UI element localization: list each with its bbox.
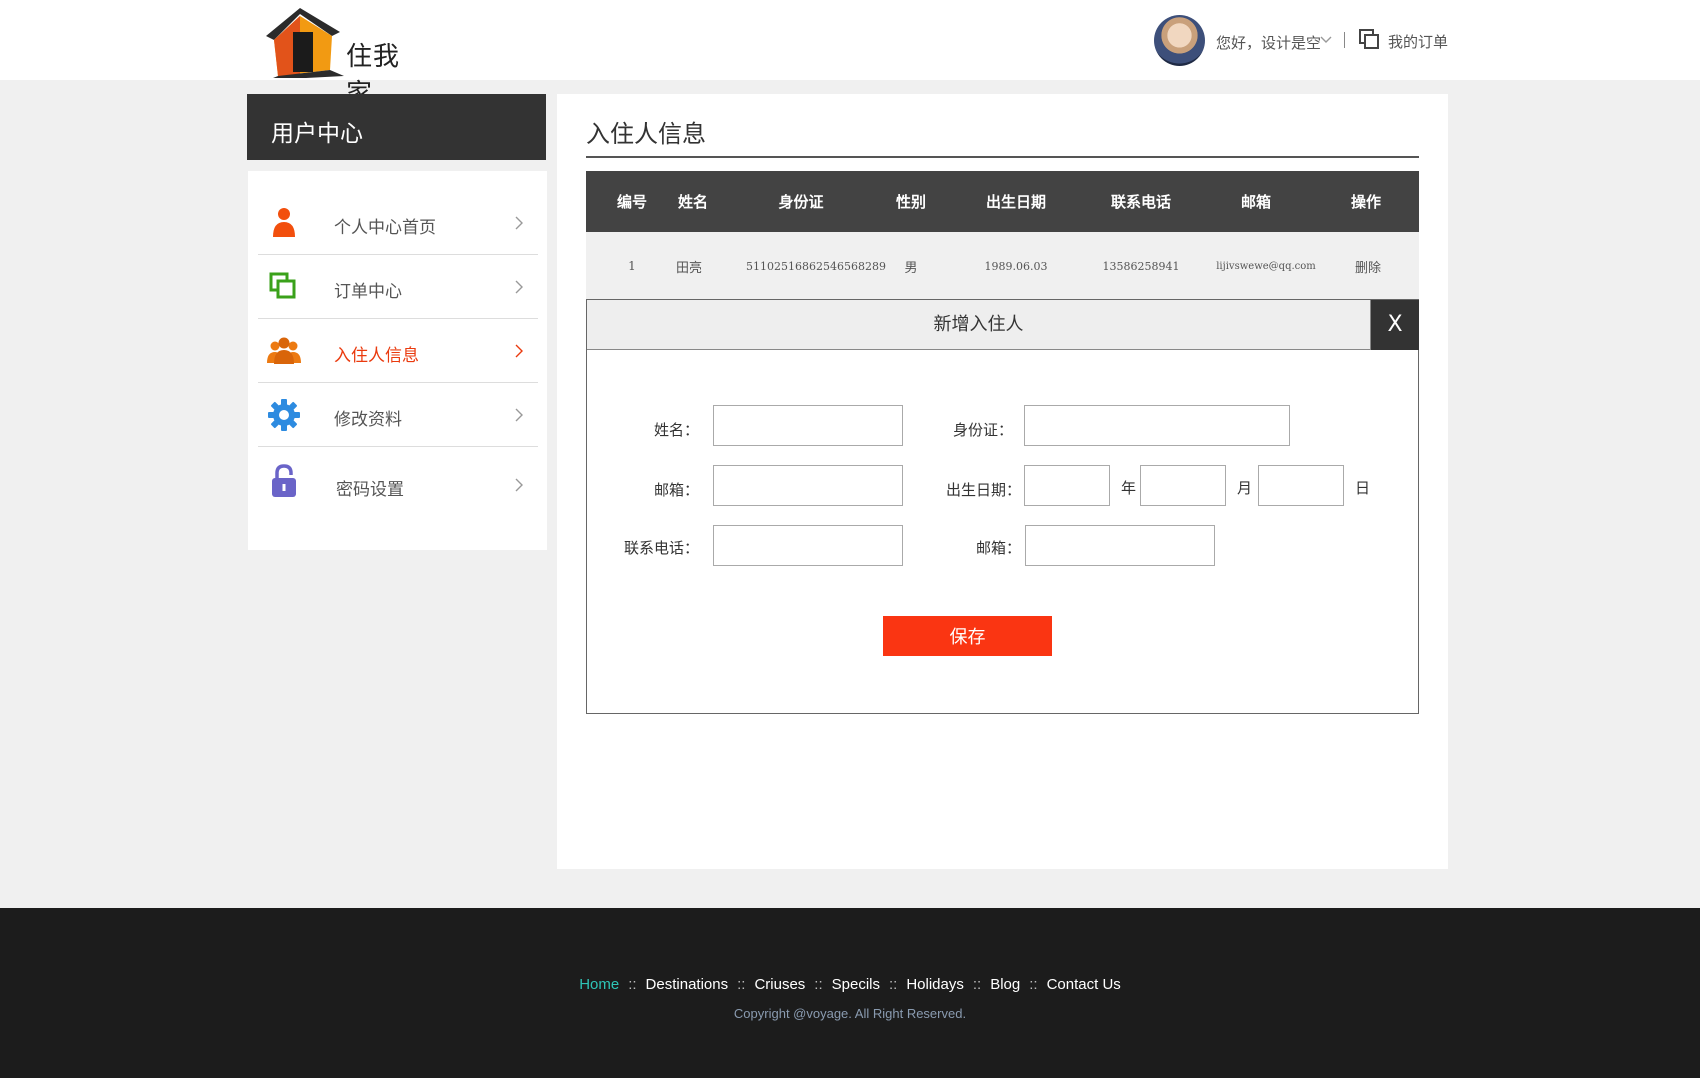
- nav-separator: ::: [628, 976, 637, 993]
- day-label: 日: [1355, 479, 1371, 497]
- my-orders-link[interactable]: 我的订单: [1388, 31, 1448, 52]
- page-title: 入住人信息: [586, 120, 706, 148]
- person-icon: [273, 208, 295, 237]
- month-label: 月: [1237, 479, 1253, 497]
- sidebar-title: 用户中心: [271, 121, 363, 147]
- cell-email: lijivswewe@qq.com: [1216, 260, 1316, 272]
- col-header-id: 编号: [616, 193, 647, 211]
- delete-link[interactable]: 删除: [1328, 232, 1408, 300]
- chevron-down-icon[interactable]: [1318, 32, 1334, 48]
- email2-label: 邮箱：: [975, 539, 1021, 557]
- name-label: 姓名：: [653, 421, 699, 439]
- cell-phone: 13586258941: [1102, 259, 1180, 273]
- site-logo[interactable]: 住我家: [260, 6, 420, 109]
- email2-input[interactable]: [1025, 525, 1215, 566]
- footer-link-contact[interactable]: Contact Us: [1047, 976, 1121, 993]
- sidebar-item-guests[interactable]: 入住人信息: [258, 319, 538, 383]
- footer-nav: Home:: Destinations:: Criuses:: Specils:: Ho…: [0, 976, 1700, 993]
- cell-name: 田亮: [675, 260, 702, 276]
- id-card-input[interactable]: [1024, 405, 1290, 446]
- year-label: 年: [1121, 479, 1137, 497]
- footer-link-blog[interactable]: Blog: [990, 976, 1020, 993]
- col-header-action: 操作: [1350, 193, 1381, 211]
- header-divider: [1344, 32, 1345, 48]
- birth-date-label: 出生日期：: [945, 481, 1021, 499]
- sidebar-item-label: 个人中心首页: [334, 218, 436, 238]
- table-header: 编号 姓名 身份证 性别 出生日期 联系电话 邮箱 操作: [586, 171, 1419, 232]
- sidebar-item-home[interactable]: 个人中心首页: [258, 191, 538, 255]
- phone-label: 联系电话：: [623, 539, 699, 557]
- sidebar-item-label: 订单中心: [334, 282, 402, 302]
- sidebar-item-orders[interactable]: 订单中心: [258, 255, 538, 319]
- chevron-right-icon: [515, 216, 523, 230]
- sidebar-item-label: 入住人信息: [334, 346, 419, 366]
- cell-id: 1: [628, 259, 636, 273]
- house-logo-icon: [266, 8, 344, 78]
- sidebar-item-password[interactable]: 密码设置: [258, 447, 538, 519]
- site-footer: Home:: Destinations:: Criuses:: Specils:: Ho…: [0, 908, 1700, 1078]
- close-button[interactable]: X: [1371, 300, 1419, 350]
- cell-birth: 1989.06.03: [984, 259, 1048, 273]
- footer-link-specials[interactable]: Specils: [832, 976, 880, 993]
- sidebar-item-label: 修改资料: [334, 410, 402, 430]
- nav-separator: ::: [737, 976, 746, 993]
- birth-day-input[interactable]: [1258, 465, 1344, 506]
- cell-id-card: 511025168625465682​89: [746, 259, 886, 273]
- title-divider: [586, 156, 1419, 158]
- sidebar-item-profile[interactable]: 修改资料: [258, 383, 538, 447]
- name-input[interactable]: [713, 405, 903, 446]
- col-header-email: 邮箱: [1240, 193, 1271, 211]
- chevron-right-icon: [515, 408, 523, 422]
- footer-link-destinations[interactable]: Destinations: [646, 976, 729, 993]
- nav-separator: ::: [972, 976, 982, 993]
- top-header: 住我家 您好，设计是空 我的订单: [0, 0, 1700, 109]
- chevron-right-icon: [515, 344, 523, 358]
- birth-year-input[interactable]: [1024, 465, 1110, 506]
- lock-icon: [272, 464, 296, 497]
- avatar[interactable]: [1154, 15, 1205, 66]
- sidebar-menu: 个人中心首页 订单中心 入住人信息 修改资料 密码设置: [248, 171, 547, 550]
- chevron-right-icon: [515, 478, 523, 492]
- cell-gender: 男: [904, 260, 918, 276]
- user-greeting[interactable]: 您好，设计是空: [1216, 32, 1321, 53]
- table-row: 1 田亮 511025168625465682​89 男 1989.06.03 …: [586, 232, 1419, 300]
- col-header-id-card: 身份证: [778, 193, 824, 211]
- id-card-label: 身份证：: [952, 421, 1013, 439]
- phone-input[interactable]: [713, 525, 903, 566]
- dialog-title: 新增入住人: [933, 314, 1024, 335]
- footer-link-holidays[interactable]: Holidays: [906, 976, 964, 993]
- col-header-gender: 性别: [895, 193, 926, 211]
- add-guest-dialog: 新增入住人 X 姓名： 身份证： 邮箱： 出生日期： 年 月 日 联系电话： 邮…: [586, 299, 1419, 714]
- group-icon: [267, 337, 301, 364]
- nav-separator: ::: [889, 976, 898, 993]
- col-header-phone: 联系电话: [1110, 193, 1171, 211]
- nav-separator: ::: [814, 976, 823, 993]
- dialog-title-bar: 新增入住人: [587, 300, 1371, 350]
- sidebar-header: 用户中心: [247, 94, 546, 160]
- orders-icon: [1359, 29, 1379, 49]
- chevron-right-icon: [515, 280, 523, 294]
- email-label: 邮箱：: [653, 481, 699, 499]
- nav-separator: ::: [1029, 976, 1038, 993]
- footer-link-home[interactable]: Home: [579, 976, 619, 993]
- copyright-text: Copyright @voyage. All Right Reserved.: [733, 1006, 967, 1021]
- birth-month-input[interactable]: [1140, 465, 1226, 506]
- email-input[interactable]: [713, 465, 903, 506]
- col-header-birth: 出生日期: [985, 193, 1046, 211]
- sidebar-item-label: 密码设置: [336, 480, 404, 500]
- main-panel: 入住人信息 编号 姓名 身份证 性别 出生日期 联系电话 邮箱 操作 1 田亮 …: [557, 94, 1448, 869]
- gear-icon: [268, 399, 300, 431]
- orders-icon: [269, 272, 296, 299]
- footer-link-cruises[interactable]: Criuses: [754, 976, 805, 993]
- save-button[interactable]: 保存: [883, 616, 1052, 656]
- col-header-name: 姓名: [677, 193, 708, 211]
